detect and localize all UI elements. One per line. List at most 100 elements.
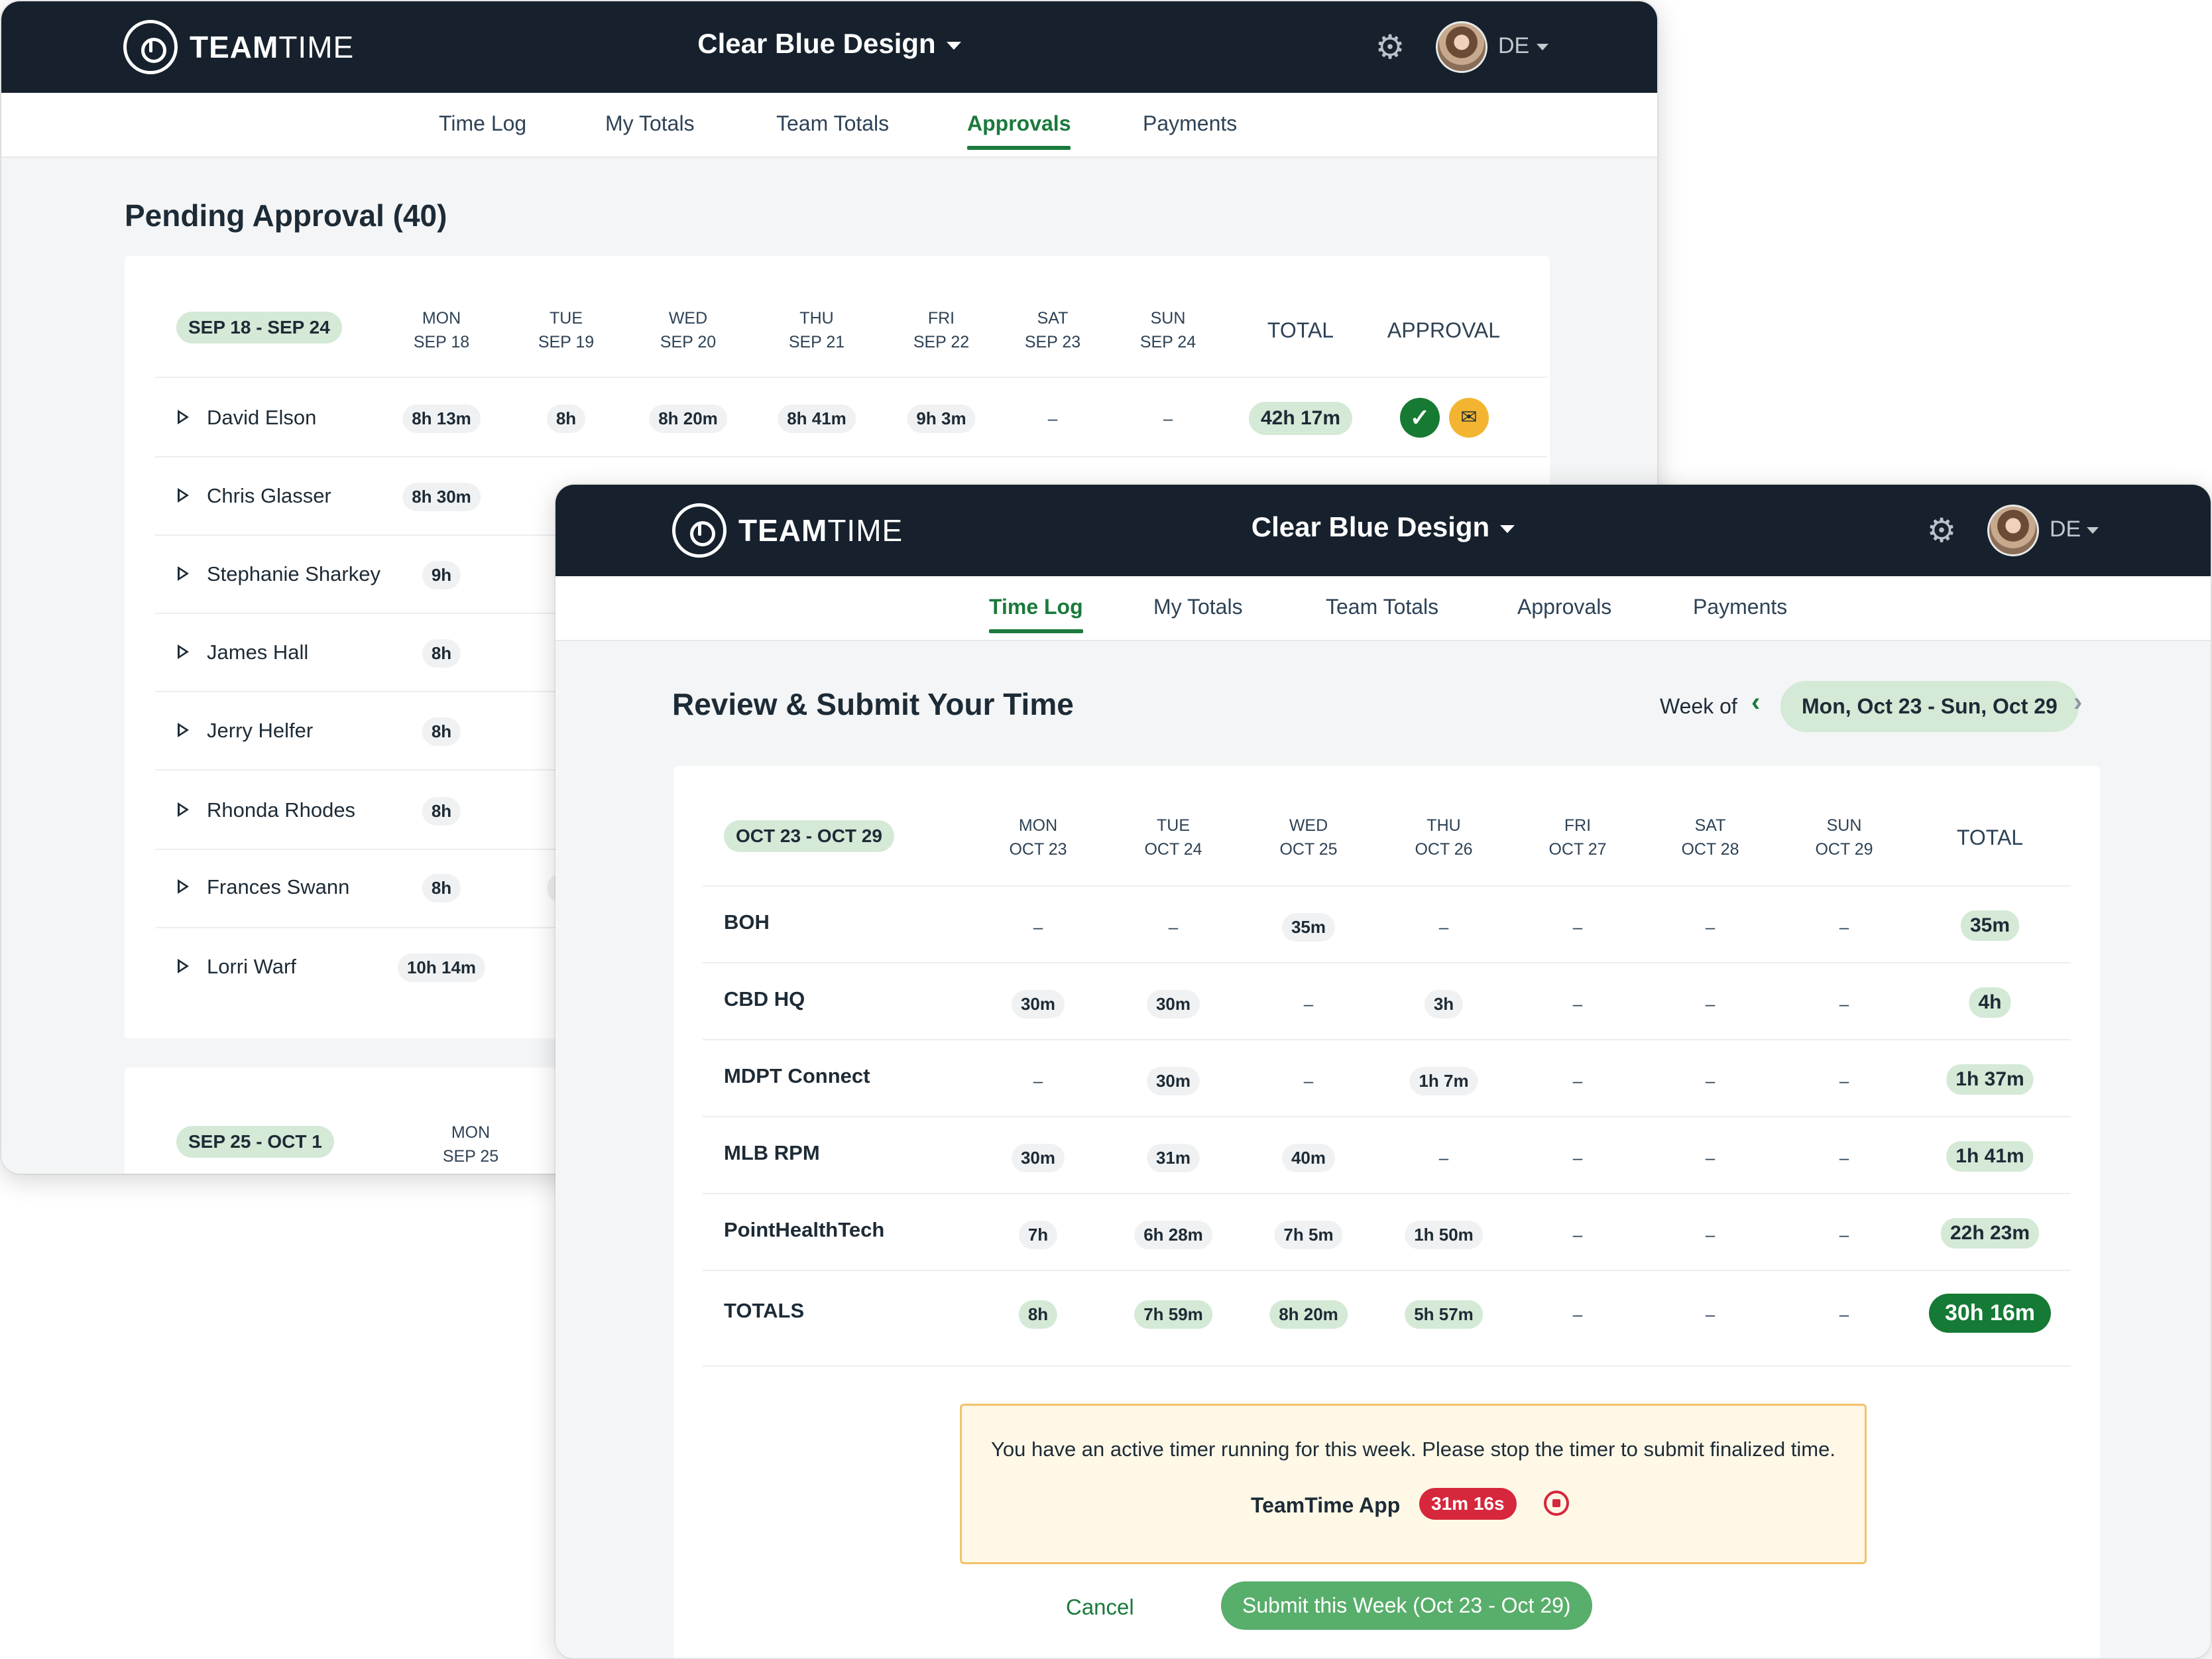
time-cell[interactable]: – <box>1830 913 1858 942</box>
user-avatar[interactable] <box>1987 505 2039 556</box>
time-cell[interactable]: – <box>1564 1221 1592 1249</box>
tab-team-totals[interactable]: Team Totals <box>776 111 889 136</box>
project-name[interactable]: BOH <box>724 910 770 934</box>
time-cell[interactable]: – <box>1024 1067 1052 1095</box>
time-cell[interactable]: – <box>1159 913 1187 942</box>
chevron-left-icon[interactable]: ‹ <box>1751 688 1760 717</box>
chevron-down-icon[interactable] <box>2087 527 2099 534</box>
chevron-down-icon[interactable] <box>1537 44 1548 50</box>
day-date: OCT 23 <box>1009 840 1067 859</box>
time-cell[interactable]: – <box>1564 913 1592 942</box>
time-cell[interactable]: 1h 7m <box>1409 1067 1478 1095</box>
time-cell[interactable]: – <box>1830 1221 1858 1249</box>
tab-approvals[interactable]: Approvals <box>1517 595 1611 619</box>
project-name[interactable]: CBD HQ <box>724 987 805 1011</box>
tab-my-totals[interactable]: My Totals <box>1153 595 1243 619</box>
user-avatar[interactable] <box>1436 21 1487 73</box>
expand-triangle-icon[interactable] <box>178 566 189 581</box>
day-name: SUN <box>1826 816 1862 835</box>
time-cell[interactable]: 30m <box>1011 1144 1065 1172</box>
employee-name[interactable]: David Elson <box>207 406 316 430</box>
time-cell: 8h 41m <box>778 404 856 433</box>
time-cell[interactable]: – <box>1430 913 1458 942</box>
time-cell[interactable]: 31m <box>1146 1144 1200 1172</box>
expand-triangle-icon[interactable] <box>178 802 189 817</box>
time-cell[interactable]: – <box>1024 913 1052 942</box>
employee-name[interactable]: Stephanie Sharkey <box>207 562 380 586</box>
row-total: 4h <box>1969 987 2011 1018</box>
employee-name[interactable]: Frances Swann <box>207 875 349 899</box>
time-cell[interactable]: – <box>1830 1144 1858 1172</box>
gear-icon[interactable]: ⚙ <box>1925 514 1958 547</box>
employee-name[interactable]: Lorri Warf <box>207 955 296 979</box>
project-name[interactable]: MDPT Connect <box>724 1064 870 1088</box>
time-cell[interactable]: – <box>1295 990 1322 1018</box>
chevron-right-icon[interactable]: › <box>2073 688 2082 717</box>
week-range-selector[interactable]: Mon, Oct 23 - Sun, Oct 29 <box>1780 681 2079 732</box>
row-divider <box>155 456 1547 458</box>
project-name[interactable]: MLB RPM <box>724 1141 820 1165</box>
day-header: MON OCT 23 <box>1009 814 1067 861</box>
employee-name[interactable]: James Hall <box>207 641 308 664</box>
approve-button[interactable]: ✓ <box>1400 398 1440 438</box>
time-cell[interactable]: – <box>1564 1144 1592 1172</box>
time-cell: 8h 30m <box>402 483 481 511</box>
time-cell: 8h <box>546 404 586 433</box>
time-cell[interactable]: – <box>1564 990 1592 1018</box>
stop-timer-icon[interactable] <box>1544 1491 1569 1516</box>
time-cell[interactable]: 30m <box>1011 990 1065 1018</box>
expand-triangle-icon[interactable] <box>178 645 189 659</box>
time-cell[interactable]: – <box>1295 1067 1322 1095</box>
time-cell[interactable]: 3h <box>1424 990 1464 1018</box>
tab-time-log[interactable]: Time Log <box>989 595 1083 633</box>
employee-name[interactable]: Chris Glasser <box>207 484 331 508</box>
day-header: SUN SEP 24 <box>1140 306 1196 354</box>
week-range-badge: OCT 23 - OCT 29 <box>724 820 894 852</box>
time-cell[interactable]: – <box>1696 913 1724 942</box>
expand-triangle-icon[interactable] <box>178 879 189 894</box>
expand-triangle-icon[interactable] <box>178 488 189 503</box>
cancel-button[interactable]: Cancel <box>1066 1595 1134 1620</box>
time-cell[interactable]: 30m <box>1146 990 1200 1018</box>
tab-payments[interactable]: Payments <box>1143 111 1237 136</box>
submit-week-button[interactable]: Submit this Week (Oct 23 - Oct 29) <box>1221 1581 1592 1630</box>
chevron-down-icon <box>1500 524 1515 533</box>
time-cell[interactable]: – <box>1430 1144 1458 1172</box>
org-switcher[interactable]: Clear Blue Design <box>1 28 1657 60</box>
tab-time-log[interactable]: Time Log <box>439 111 526 136</box>
time-cell[interactable]: – <box>1696 1144 1724 1172</box>
time-cell[interactable]: 30m <box>1146 1067 1200 1095</box>
day-date: SEP 20 <box>660 333 717 351</box>
user-initials[interactable]: DE <box>1498 33 1529 59</box>
timer-app-name: TeamTime App <box>1251 1493 1401 1517</box>
expand-triangle-icon[interactable] <box>178 723 189 737</box>
gear-icon[interactable]: ⚙ <box>1373 31 1407 64</box>
org-switcher[interactable]: Clear Blue Design <box>555 511 2211 543</box>
time-cell[interactable]: – <box>1696 1067 1724 1095</box>
expand-triangle-icon[interactable] <box>178 410 189 424</box>
tab-approvals[interactable]: Approvals <box>967 111 1071 150</box>
tab-my-totals[interactable]: My Totals <box>605 111 695 136</box>
time-cell[interactable]: – <box>1696 990 1724 1018</box>
time-cell[interactable]: 40m <box>1281 1144 1336 1172</box>
time-cell[interactable]: 7h <box>1018 1221 1058 1249</box>
time-cell[interactable]: – <box>1830 1067 1858 1095</box>
day-header: TUE OCT 24 <box>1144 814 1202 861</box>
time-cell[interactable]: – <box>1564 1067 1592 1095</box>
message-button[interactable]: ✉ <box>1449 398 1489 438</box>
employee-name[interactable]: Rhonda Rhodes <box>207 798 355 822</box>
employee-name[interactable]: Jerry Helfer <box>207 719 313 743</box>
tab-team-totals[interactable]: Team Totals <box>1326 595 1438 619</box>
day-date: SEP 25 <box>442 1147 499 1166</box>
time-cell[interactable]: 6h 28m <box>1134 1221 1212 1249</box>
time-cell[interactable]: 35m <box>1281 913 1336 942</box>
approval-header: APPROVAL <box>1387 318 1501 342</box>
time-cell[interactable]: 7h 5m <box>1274 1221 1343 1249</box>
project-name[interactable]: PointHealthTech <box>724 1218 884 1242</box>
tab-payments[interactable]: Payments <box>1693 595 1787 619</box>
time-cell[interactable]: 1h 50m <box>1405 1221 1483 1249</box>
time-cell[interactable]: – <box>1830 990 1858 1018</box>
time-cell[interactable]: – <box>1696 1221 1724 1249</box>
user-initials[interactable]: DE <box>2050 517 2081 542</box>
expand-triangle-icon[interactable] <box>178 959 189 973</box>
